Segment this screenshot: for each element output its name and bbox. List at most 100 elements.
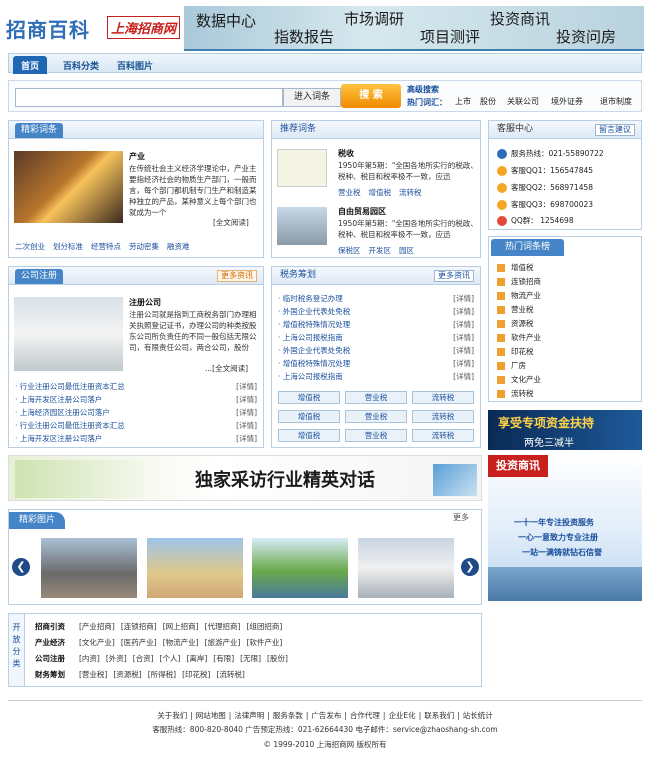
- banner-item[interactable]: 市场调研: [344, 10, 404, 28]
- category-link[interactable]: [所得税]: [148, 670, 176, 679]
- tag-link[interactable]: 保税区: [338, 246, 361, 255]
- site-logo-secondary[interactable]: 上海招商网: [107, 16, 181, 39]
- category-link[interactable]: [产业招商]: [79, 622, 115, 631]
- more-news-link[interactable]: 更多资讯: [217, 270, 257, 282]
- details-link[interactable]: [详情]: [453, 319, 474, 330]
- tax-button[interactable]: 流转税: [412, 429, 474, 442]
- header-banner[interactable]: 数据中心 市场调研 投资商讯 指数报告 项目测评 投资问房: [184, 6, 644, 51]
- category-link[interactable]: [有限]: [213, 654, 234, 663]
- category-name[interactable]: 产业经济: [35, 638, 65, 647]
- tax-button[interactable]: 营业税: [345, 429, 407, 442]
- category-link[interactable]: [代理招商]: [205, 622, 241, 631]
- hot-word[interactable]: 退市制度: [600, 97, 632, 107]
- list-item[interactable]: 行业注册公司最低注册资本汇总: [15, 381, 125, 392]
- funding-ad-banner[interactable]: 享受专项资金扶持 两免三减半: [488, 410, 642, 450]
- gallery-image[interactable]: [252, 538, 348, 598]
- category-link[interactable]: [合资]: [133, 654, 154, 663]
- hot-entry[interactable]: 物流产业: [511, 291, 541, 300]
- category-name[interactable]: 公司注册: [35, 654, 65, 663]
- list-item[interactable]: 上海开发区注册公司落户: [15, 433, 103, 444]
- category-link[interactable]: [资源税]: [113, 670, 141, 679]
- qq-icon[interactable]: [497, 166, 507, 176]
- details-link[interactable]: [详情]: [236, 394, 257, 405]
- hot-word[interactable]: 股份: [480, 97, 496, 107]
- investment-news-ad[interactable]: 投资商讯 一十一年专注投资服务 一心一意致力专业注册 一站一满铸就钻石信誉: [488, 455, 642, 601]
- hot-entry[interactable]: 资源税: [511, 319, 534, 328]
- list-item[interactable]: 上海公司报税指南: [278, 371, 343, 382]
- hot-entry[interactable]: 连锁招商: [511, 277, 541, 286]
- service-line[interactable]: 客服QQ2：568971458: [511, 183, 593, 192]
- category-link[interactable]: [物流产业]: [163, 638, 199, 647]
- footer-link[interactable]: 服务条款: [273, 711, 303, 720]
- office-photo[interactable]: [14, 297, 123, 371]
- list-item[interactable]: 增值税特殊情况处理: [278, 319, 351, 330]
- tax-button[interactable]: 增值税: [278, 410, 340, 423]
- tag-link[interactable]: 流转税: [399, 188, 422, 197]
- gallery-image[interactable]: [147, 538, 243, 598]
- tag-link[interactable]: 融资难: [167, 242, 190, 251]
- more-link[interactable]: 更多: [453, 513, 469, 523]
- hot-entry[interactable]: 流转税: [511, 389, 534, 398]
- hot-entry[interactable]: 营业税: [511, 305, 534, 314]
- hot-entry[interactable]: 厂房: [511, 361, 526, 370]
- category-link[interactable]: [医药产业]: [121, 638, 157, 647]
- hot-word[interactable]: 关联公司: [507, 97, 539, 107]
- footer-link[interactable]: 法律声明: [234, 711, 264, 720]
- tag-link[interactable]: 劳动密集: [129, 242, 159, 251]
- tax-cartoon[interactable]: [277, 149, 327, 187]
- details-link[interactable]: [详情]: [453, 371, 474, 382]
- banner-item[interactable]: 投资问房: [556, 28, 616, 46]
- footer-link[interactable]: 联系我们: [424, 711, 454, 720]
- hot-word[interactable]: 上市: [455, 97, 471, 107]
- tax-button[interactable]: 增值税: [278, 429, 340, 442]
- entry-heading[interactable]: 税收: [338, 148, 354, 159]
- category-link[interactable]: [组团招商]: [246, 622, 282, 631]
- tag-link[interactable]: 二次创业: [15, 242, 45, 251]
- category-link[interactable]: [旅游产业]: [205, 638, 241, 647]
- category-link[interactable]: [软件产业]: [246, 638, 282, 647]
- details-link[interactable]: [详情]: [453, 332, 474, 343]
- gallery-image[interactable]: [41, 538, 137, 598]
- tag-link[interactable]: 开发区: [369, 246, 392, 255]
- list-item[interactable]: 临时税务登记办理: [278, 293, 343, 304]
- search-input[interactable]: [15, 88, 283, 107]
- tab-home[interactable]: 首页: [13, 56, 48, 74]
- message-link[interactable]: 留言建议: [595, 124, 635, 136]
- qq-icon[interactable]: [497, 183, 507, 193]
- banner-item[interactable]: 数据中心: [196, 12, 256, 30]
- details-link[interactable]: [详情]: [236, 420, 257, 431]
- tax-button[interactable]: 流转税: [412, 391, 474, 404]
- category-name[interactable]: 财务筹划: [35, 670, 65, 679]
- gallery-image[interactable]: [358, 538, 454, 598]
- service-line[interactable]: 客服QQ1：156547845: [511, 166, 593, 175]
- service-line[interactable]: 客服QQ3：698700023: [511, 200, 593, 209]
- tax-button[interactable]: 营业税: [345, 391, 407, 404]
- prev-arrow-icon[interactable]: ❮: [12, 558, 30, 576]
- category-link[interactable]: [内资]: [79, 654, 100, 663]
- category-name[interactable]: 招商引资: [35, 622, 65, 631]
- details-link[interactable]: [详情]: [453, 358, 474, 369]
- details-link[interactable]: [详情]: [453, 306, 474, 317]
- category-link[interactable]: [无限]: [240, 654, 261, 663]
- more-news-link[interactable]: 更多资讯: [434, 270, 474, 282]
- tag-link[interactable]: 划分标准: [53, 242, 83, 251]
- tax-button[interactable]: 营业税: [345, 410, 407, 423]
- read-full-link[interactable]: [全文阅读]: [213, 217, 249, 228]
- interview-ad-banner[interactable]: 独家采访行业精英对话: [8, 455, 482, 501]
- hot-word[interactable]: 境外证券: [551, 97, 583, 107]
- entry-heading[interactable]: 注册公司: [129, 297, 161, 308]
- hot-entry[interactable]: 文化产业: [511, 375, 541, 384]
- category-link[interactable]: [营业税]: [79, 670, 107, 679]
- advanced-search-link[interactable]: 高级搜索: [407, 84, 439, 95]
- details-link[interactable]: [详情]: [236, 407, 257, 418]
- hot-entry[interactable]: 增值税: [511, 263, 534, 272]
- footer-link[interactable]: 网站地图: [196, 711, 226, 720]
- category-link[interactable]: [印花税]: [182, 670, 210, 679]
- city-photo[interactable]: [277, 207, 327, 245]
- footer-link[interactable]: 合作代理: [350, 711, 380, 720]
- banner-item[interactable]: 指数报告: [274, 28, 334, 46]
- entry-heading[interactable]: 自由贸易园区: [338, 206, 386, 217]
- read-full-link[interactable]: ...[全文阅读]: [205, 363, 248, 374]
- tag-link[interactable]: 园区: [399, 246, 414, 255]
- list-item[interactable]: 上海开发区注册公司落户: [15, 394, 103, 405]
